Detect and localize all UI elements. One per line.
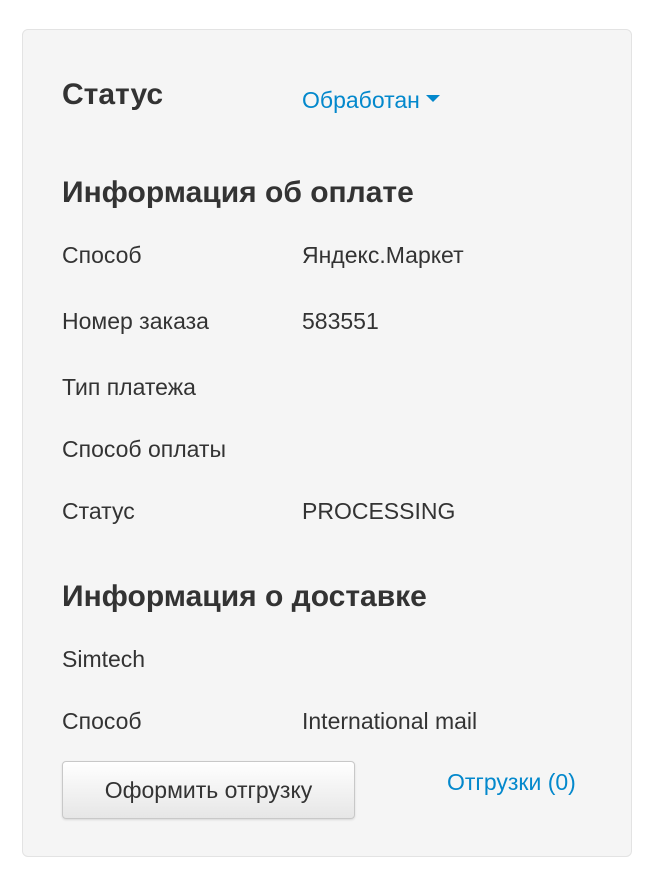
shipping-info-heading: Информация о доставке xyxy=(62,580,427,613)
payment-type-label: Тип платежа xyxy=(62,374,196,400)
shipping-method-label: Способ xyxy=(62,708,142,734)
shipping-method-value: International mail xyxy=(302,708,478,734)
status-heading: Статус xyxy=(62,78,164,111)
create-shipment-button[interactable]: Оформить отгрузку xyxy=(62,761,355,819)
payment-method-value: Яндекс.Маркет xyxy=(302,242,464,268)
caret-down-icon xyxy=(425,95,440,103)
status-dropdown-value: Обработан xyxy=(302,87,420,113)
shipping-carrier: Simtech xyxy=(62,646,146,672)
payment-status-value: PROCESSING xyxy=(302,498,456,524)
payment-option-label: Способ оплаты xyxy=(62,436,226,462)
payment-info-heading: Информация об оплате xyxy=(62,176,414,209)
order-number-value: 583551 xyxy=(302,308,379,334)
order-number-label: Номер заказа xyxy=(62,308,209,334)
status-dropdown[interactable]: Обработан xyxy=(302,85,440,115)
shipments-link[interactable]: Отгрузки (0) xyxy=(447,767,576,797)
order-info-panel: Статус Обработан Информация об оплате Сп… xyxy=(22,29,632,857)
payment-method-label: Способ xyxy=(62,242,142,268)
payment-status-label: Статус xyxy=(62,498,135,524)
